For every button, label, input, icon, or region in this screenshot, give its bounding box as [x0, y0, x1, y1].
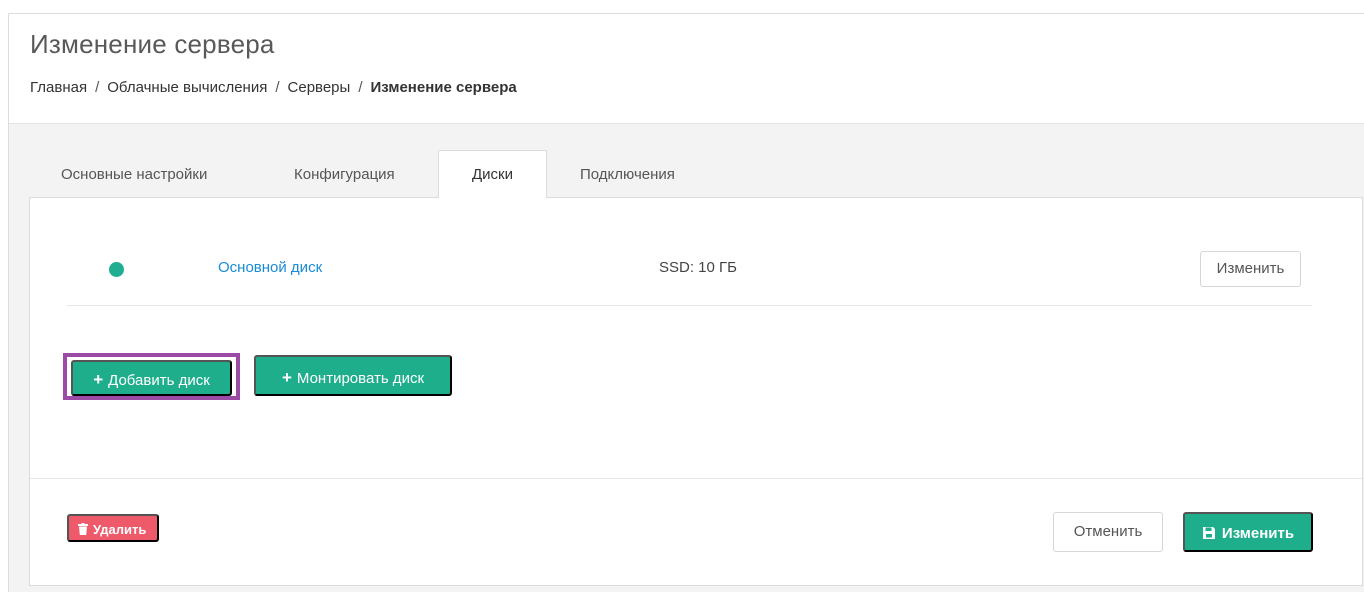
- plus-icon: +: [281, 368, 292, 387]
- breadcrumb-current: Изменение сервера: [370, 79, 517, 96]
- page-title: Изменение сервера: [30, 29, 275, 59]
- save-button[interactable]: Изменить: [1183, 512, 1313, 552]
- page-header: Изменение сервера Главная / Облачные вычис…: [9, 14, 1364, 124]
- add-disk-button[interactable]: + Добавить диск: [71, 360, 232, 396]
- breadcrumb-cloud-computing[interactable]: Облачные вычисления: [107, 79, 267, 96]
- cancel-button[interactable]: Отменить: [1053, 512, 1163, 552]
- floppy-disk-icon: [1202, 527, 1215, 539]
- tab-configuration[interactable]: Конфигурация: [262, 150, 438, 198]
- disks-panel: Основной диск SSD: 10 ГБ Изменить + Добав…: [29, 197, 1363, 586]
- delete-label: Удалить: [93, 522, 147, 537]
- breadcrumb-home[interactable]: Главная: [30, 79, 87, 96]
- add-disk-label: Добавить диск: [108, 372, 210, 389]
- disk-size: SSD: 10 ГБ: [659, 259, 737, 276]
- disk-name-link[interactable]: Основной диск: [218, 259, 322, 276]
- tab-disks[interactable]: Диски: [438, 150, 547, 198]
- mount-disk-label: Монтировать диск: [296, 370, 425, 387]
- breadcrumb-servers[interactable]: Серверы: [288, 79, 351, 96]
- disk-row: Основной диск SSD: 10 ГБ Изменить: [67, 198, 1312, 306]
- edit-disk-button[interactable]: Изменить: [1200, 251, 1301, 287]
- breadcrumb-separator: /: [358, 79, 363, 96]
- tab-connections[interactable]: Подключения: [547, 150, 676, 198]
- tab-main-settings[interactable]: Основные настройки: [29, 150, 262, 198]
- mount-disk-button[interactable]: + Монтировать диск: [254, 355, 452, 396]
- footer-divider: [30, 478, 1362, 479]
- delete-server-button[interactable]: Удалить: [67, 514, 159, 542]
- breadcrumb-separator: /: [95, 79, 100, 96]
- trash-icon: [78, 523, 88, 535]
- plus-icon: +: [93, 370, 104, 389]
- save-label: Изменить: [1221, 525, 1295, 542]
- breadcrumb: Главная / Облачные вычисления / Серверы / Изме…: [30, 79, 517, 96]
- tab-bar: Основные настройки Конфигурация Диски По…: [29, 150, 676, 198]
- disk-status-indicator: [109, 262, 124, 277]
- breadcrumb-separator: /: [275, 79, 280, 96]
